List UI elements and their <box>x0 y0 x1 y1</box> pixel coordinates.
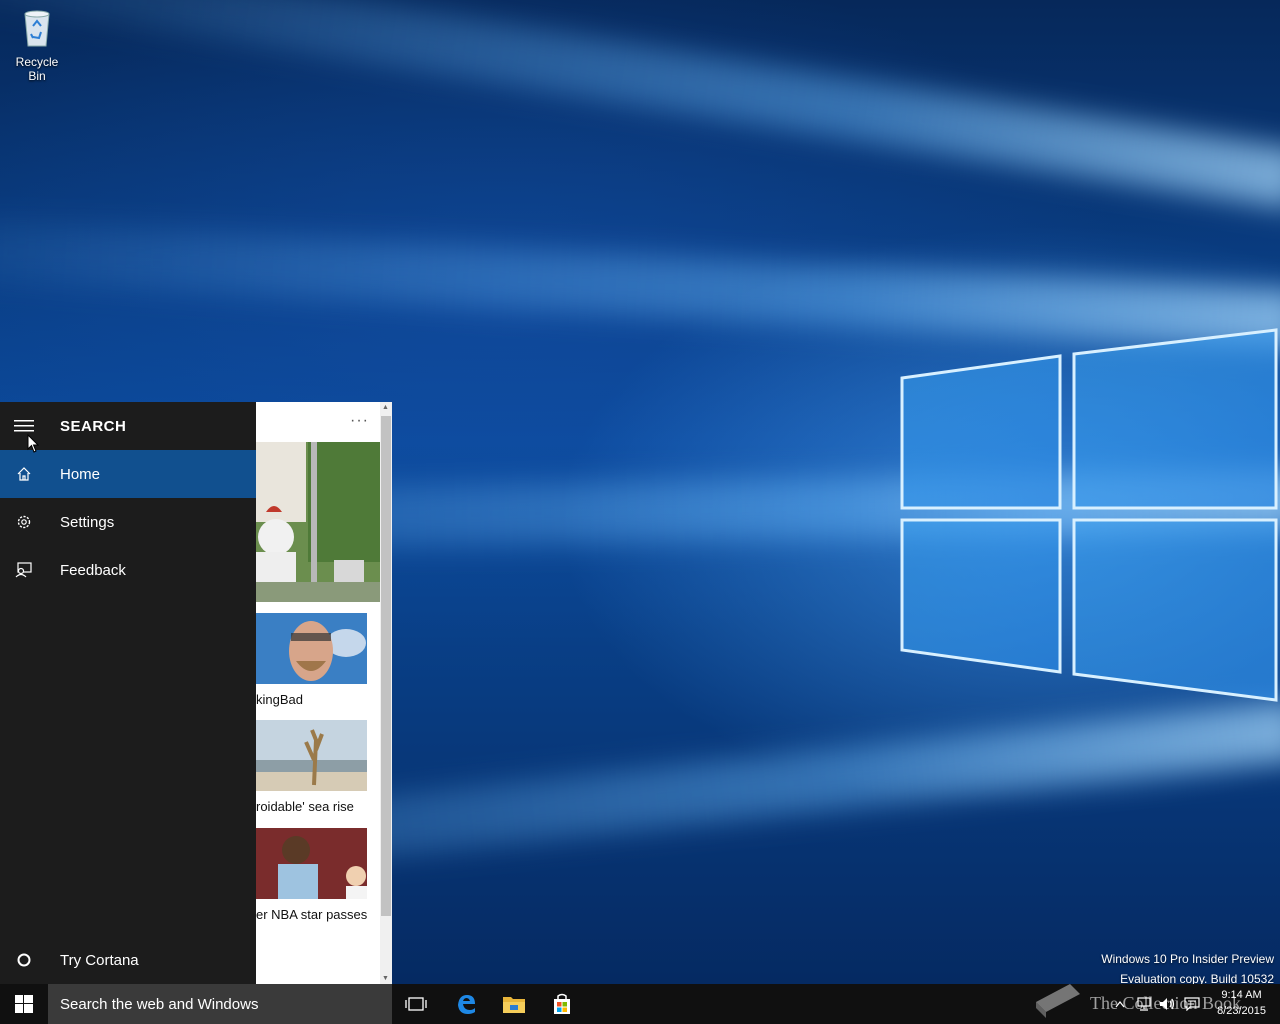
more-options-button[interactable]: ··· <box>350 412 369 430</box>
hamburger-menu-button[interactable] <box>0 402 48 450</box>
file-explorer-button[interactable] <box>490 984 538 1024</box>
search-placeholder: Search the web and Windows <box>60 995 259 1013</box>
news-caption[interactable]: kingBad <box>256 692 303 707</box>
hamburger-icon <box>14 420 34 432</box>
mouse-cursor <box>27 434 39 453</box>
edge-button[interactable] <box>442 984 490 1024</box>
scroll-down-arrow[interactable]: ▼ <box>382 975 389 982</box>
menu-item-label: Try Cortana <box>60 951 139 969</box>
action-center-button[interactable] <box>1180 984 1204 1024</box>
taskbar: Search the web and Windows The Collectio… <box>0 984 1280 1024</box>
news-card-image[interactable] <box>256 828 367 899</box>
network-icon <box>1137 997 1151 1011</box>
news-photo-1 <box>256 442 380 602</box>
book-icon <box>1036 984 1080 1018</box>
recycle-bin-icon <box>24 10 50 47</box>
start-button[interactable] <box>0 984 48 1024</box>
taskbar-clock[interactable]: 9:14 AM 8/23/2015 <box>1217 987 1266 1019</box>
menu-item-home[interactable]: Home <box>0 450 256 498</box>
action-center-icon <box>1184 997 1200 1011</box>
menu-item-label: Settings <box>60 513 115 531</box>
menu-item-try-cortana[interactable]: Try Cortana <box>0 936 256 984</box>
news-caption[interactable]: roidable' sea rise <box>256 799 354 814</box>
news-photo-2 <box>256 613 367 684</box>
task-view-icon <box>405 997 427 1011</box>
feedback-icon <box>0 546 48 594</box>
store-icon <box>554 993 570 1014</box>
recycle-bin-shortcut[interactable]: Recycle Bin <box>6 8 68 83</box>
circle-icon <box>0 936 48 984</box>
task-view-button[interactable] <box>392 984 440 1024</box>
recycle-bin-label: Recycle Bin <box>15 55 59 83</box>
taskbar-search-box[interactable]: Search the web and Windows <box>48 984 392 1024</box>
news-caption[interactable]: er NBA star passes <box>256 907 367 922</box>
menu-item-feedback[interactable]: Feedback <box>0 546 256 594</box>
volume-icon <box>1160 998 1175 1010</box>
chevron-up-icon <box>1115 1001 1125 1008</box>
news-card-image[interactable] <box>256 442 380 602</box>
edge-icon <box>458 995 475 1014</box>
gear-icon <box>0 498 48 546</box>
menu-item-settings[interactable]: Settings <box>0 498 256 546</box>
file-explorer-icon <box>503 997 525 1013</box>
volume-button[interactable] <box>1156 984 1180 1024</box>
news-card-image[interactable] <box>256 720 367 791</box>
content-scrollbar[interactable]: ▲ ▼ <box>380 402 392 984</box>
windows-start-icon <box>15 995 33 1013</box>
store-button[interactable] <box>538 984 586 1024</box>
watermark-line-1: Windows 10 Pro Insider Preview <box>1101 952 1274 966</box>
menu-item-label: Home <box>60 465 101 483</box>
search-menu-title: SEARCH <box>60 417 127 435</box>
home-icon <box>0 450 48 498</box>
news-photo-3 <box>256 720 367 791</box>
menu-item-label: Feedback <box>60 561 126 579</box>
search-navigation-pane: SEARCH Home Settings Feedback Try Cortan… <box>0 402 256 984</box>
scroll-up-arrow[interactable]: ▲ <box>382 404 389 411</box>
scrollbar-thumb[interactable] <box>381 416 391 916</box>
show-hidden-icons-button[interactable] <box>1108 984 1132 1024</box>
search-home-content: ··· kingBad roidable' sea rise er NBA st… <box>256 402 392 984</box>
news-card-image[interactable] <box>256 613 367 684</box>
clock-time: 9:14 AM <box>1221 989 1262 1001</box>
clock-date: 8/23/2015 <box>1217 1005 1266 1017</box>
news-photo-4 <box>256 828 367 899</box>
network-button[interactable] <box>1132 984 1156 1024</box>
